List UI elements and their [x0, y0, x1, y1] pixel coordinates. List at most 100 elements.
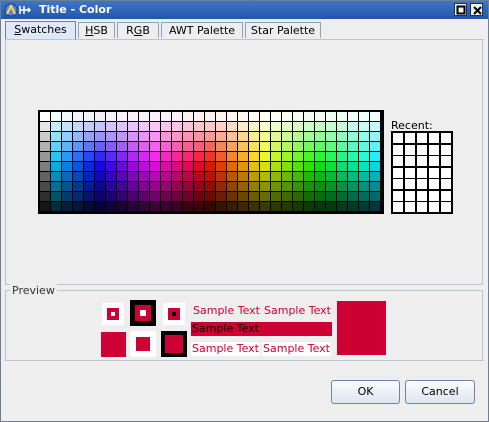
color-swatch[interactable] — [260, 132, 270, 141]
color-swatch[interactable] — [271, 162, 281, 171]
color-swatch[interactable] — [194, 182, 204, 191]
color-swatch[interactable] — [73, 112, 83, 121]
color-swatch[interactable] — [150, 142, 160, 151]
color-swatch[interactable] — [62, 142, 72, 151]
color-swatch[interactable] — [172, 202, 182, 211]
color-swatch[interactable] — [205, 112, 215, 121]
color-swatch[interactable] — [51, 172, 61, 181]
recent-swatch[interactable] — [429, 156, 439, 166]
color-swatch[interactable] — [326, 152, 336, 161]
color-swatch[interactable] — [150, 152, 160, 161]
color-swatch[interactable] — [117, 142, 127, 151]
color-swatch[interactable] — [183, 132, 193, 141]
color-swatch[interactable] — [348, 142, 358, 151]
color-swatch[interactable] — [359, 132, 369, 141]
color-swatch[interactable] — [128, 132, 138, 141]
color-swatch[interactable] — [183, 182, 193, 191]
ok-button[interactable]: OK — [331, 380, 400, 404]
color-swatch[interactable] — [139, 152, 149, 161]
recent-swatch[interactable] — [441, 202, 451, 212]
color-swatch[interactable] — [95, 192, 105, 201]
color-swatch[interactable] — [161, 122, 171, 131]
color-swatch[interactable] — [293, 122, 303, 131]
color-swatch[interactable] — [348, 122, 358, 131]
color-swatch[interactable] — [348, 112, 358, 121]
color-swatch[interactable] — [51, 122, 61, 131]
recent-swatch[interactable] — [417, 179, 427, 189]
color-swatch[interactable] — [238, 182, 248, 191]
recent-swatch[interactable] — [429, 202, 439, 212]
color-swatch[interactable] — [271, 142, 281, 151]
color-swatch[interactable] — [216, 132, 226, 141]
color-swatch[interactable] — [337, 122, 347, 131]
color-swatch[interactable] — [315, 132, 325, 141]
color-swatch[interactable] — [271, 152, 281, 161]
color-swatch[interactable] — [62, 192, 72, 201]
recent-swatch[interactable] — [417, 133, 427, 143]
color-swatch[interactable] — [128, 112, 138, 121]
color-swatch[interactable] — [62, 152, 72, 161]
color-swatch[interactable] — [337, 112, 347, 121]
recent-swatch[interactable] — [417, 167, 427, 178]
color-swatch[interactable] — [128, 172, 138, 181]
color-swatch[interactable] — [51, 112, 61, 121]
color-swatch[interactable] — [128, 142, 138, 151]
color-swatch[interactable] — [139, 182, 149, 191]
recent-swatch[interactable] — [429, 144, 439, 155]
color-swatch[interactable] — [73, 142, 83, 151]
color-swatch[interactable] — [139, 172, 149, 181]
color-swatch[interactable] — [370, 152, 380, 161]
color-swatch[interactable] — [238, 112, 248, 121]
color-swatch[interactable] — [161, 112, 171, 121]
color-swatch[interactable] — [249, 152, 259, 161]
color-swatch[interactable] — [128, 122, 138, 131]
color-swatch[interactable] — [315, 182, 325, 191]
recent-swatch[interactable] — [441, 190, 451, 201]
color-swatch[interactable] — [62, 202, 72, 211]
tab-hsb[interactable]: HSB — [78, 22, 115, 38]
color-swatch[interactable] — [194, 132, 204, 141]
color-swatch[interactable] — [150, 192, 160, 201]
color-swatch[interactable] — [73, 152, 83, 161]
color-swatch[interactable] — [326, 182, 336, 191]
recent-swatch[interactable] — [429, 190, 439, 201]
color-swatch[interactable] — [337, 162, 347, 171]
color-swatch[interactable] — [337, 182, 347, 191]
color-swatch[interactable] — [172, 182, 182, 191]
color-swatch[interactable] — [205, 172, 215, 181]
color-swatch[interactable] — [249, 162, 259, 171]
color-swatch[interactable] — [282, 182, 292, 191]
color-swatch[interactable] — [106, 182, 116, 191]
color-swatch[interactable] — [348, 172, 358, 181]
color-swatch[interactable] — [293, 182, 303, 191]
color-swatch[interactable] — [271, 172, 281, 181]
color-swatch[interactable] — [194, 192, 204, 201]
color-swatch[interactable] — [84, 132, 94, 141]
color-swatch[interactable] — [205, 132, 215, 141]
color-swatch[interactable] — [117, 132, 127, 141]
color-swatch[interactable] — [172, 132, 182, 141]
color-swatch[interactable] — [51, 132, 61, 141]
color-swatch[interactable] — [51, 192, 61, 201]
color-swatch[interactable] — [84, 122, 94, 131]
color-swatch[interactable] — [359, 152, 369, 161]
recent-swatch[interactable] — [405, 156, 415, 166]
color-swatch[interactable] — [271, 202, 281, 211]
color-swatch[interactable] — [315, 172, 325, 181]
color-swatch[interactable] — [150, 122, 160, 131]
color-swatch[interactable] — [73, 192, 83, 201]
color-swatch[interactable] — [238, 152, 248, 161]
recent-swatch[interactable] — [405, 144, 415, 155]
color-swatch[interactable] — [304, 112, 314, 121]
recent-swatch[interactable] — [441, 156, 451, 166]
color-swatch[interactable] — [183, 192, 193, 201]
recent-swatch[interactable] — [393, 179, 403, 189]
color-swatch[interactable] — [150, 112, 160, 121]
color-swatch[interactable] — [40, 172, 50, 181]
color-swatch[interactable] — [216, 202, 226, 211]
color-swatch[interactable] — [315, 162, 325, 171]
color-swatch[interactable] — [260, 122, 270, 131]
color-swatch[interactable] — [150, 202, 160, 211]
color-swatch[interactable] — [337, 132, 347, 141]
color-swatch[interactable] — [260, 142, 270, 151]
